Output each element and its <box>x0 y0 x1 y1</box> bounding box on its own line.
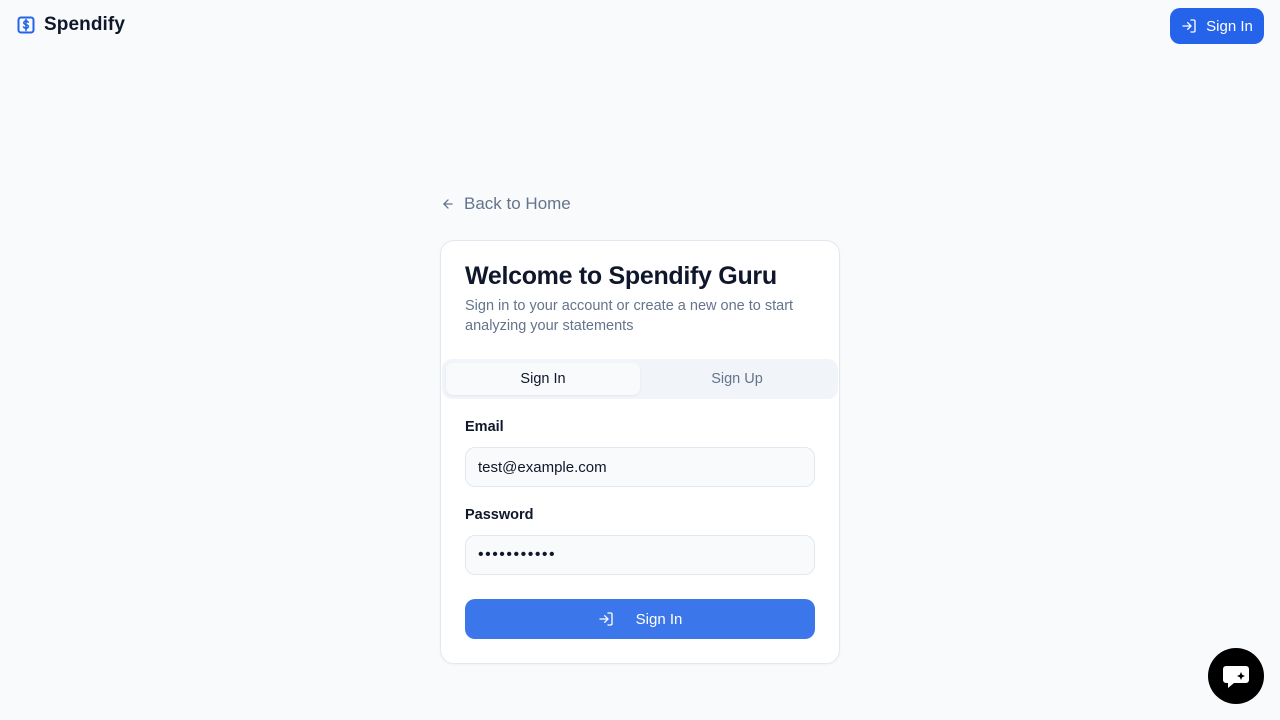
header-sign-in-button[interactable]: Sign In <box>1170 8 1264 44</box>
back-to-home-link[interactable]: Back to Home <box>441 194 571 214</box>
chat-assistant-button[interactable] <box>1208 648 1264 704</box>
card-title: Welcome to Spendify Guru <box>465 262 777 290</box>
header-sign-in-label: Sign In <box>1206 17 1253 35</box>
dollar-square-icon <box>17 16 35 34</box>
auth-tabs: Sign In Sign Up <box>442 359 838 399</box>
log-in-icon <box>1181 18 1197 34</box>
password-label: Password <box>465 507 534 523</box>
arrow-left-icon <box>441 197 455 211</box>
chat-sparkle-icon <box>1220 660 1252 692</box>
card-subtitle: Sign in to your account or create a new … <box>465 298 794 334</box>
sign-in-submit-button[interactable]: Sign In <box>465 599 815 639</box>
tab-sign-up[interactable]: Sign Up <box>640 363 834 395</box>
log-in-icon <box>598 611 614 627</box>
email-field[interactable] <box>465 447 815 487</box>
top-header: Spendify Sign In <box>0 0 1280 52</box>
password-field[interactable] <box>465 535 815 575</box>
brand-logo-link[interactable]: Spendify <box>17 14 125 36</box>
sign-in-submit-label: Sign In <box>635 610 683 628</box>
tab-sign-in[interactable]: Sign In <box>446 363 640 395</box>
email-label: Email <box>465 419 504 435</box>
back-to-home-label: Back to Home <box>464 194 571 213</box>
brand-name: Spendify <box>44 14 126 35</box>
auth-card: Welcome to Spendify Guru Sign in to your… <box>440 240 840 664</box>
